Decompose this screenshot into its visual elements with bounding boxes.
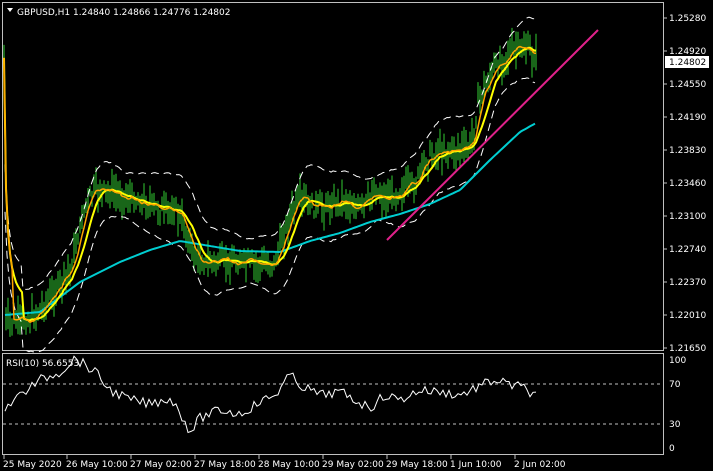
rsi-tick-label: 0: [669, 444, 675, 454]
price-tick-label: 1.24550: [669, 80, 706, 90]
rsi-tick-label: 30: [669, 420, 681, 430]
time-axis: 25 May 2020 26 May 10:00 27 May 02:00 27 Ma…: [3, 455, 566, 470]
rsi-tick-label: 100: [669, 356, 686, 366]
time-tick-label: 1 Jun 10:00: [450, 460, 502, 470]
price-tick-label: 1.23100: [669, 212, 706, 222]
time-tick-label: 27 May 18:00: [194, 460, 256, 470]
time-tick-label: 27 May 02:00: [130, 460, 192, 470]
rsi-axis: 100 70 30 0: [669, 356, 686, 454]
time-tick-label: 29 May 02:00: [322, 460, 384, 470]
trendline[interactable]: [386, 29, 599, 241]
time-tick-label: 26 May 10:00: [66, 460, 128, 470]
price-tick-label: 1.22370: [669, 278, 706, 288]
main-chart-frame: [2, 2, 664, 351]
trading-chart[interactable]: GBPUSD,H1 1.24840 1.24866 1.24776 1.2480…: [0, 0, 713, 471]
current-price-label: 1.24802: [669, 58, 706, 68]
price-tick-label: 1.24190: [669, 113, 706, 123]
price-tick-label: 1.22010: [669, 311, 706, 321]
collapse-triangle-icon[interactable]: [7, 8, 13, 12]
indicator-lines: [3, 16, 537, 353]
price-bars: [3, 27, 537, 337]
price-tick-label: 1.24920: [669, 47, 706, 57]
price-tick-label: 1.25280: [669, 14, 706, 24]
price-tick-label: 1.21650: [669, 344, 706, 354]
time-tick-label: 28 May 10:00: [258, 460, 320, 470]
price-tick-label: 1.22740: [669, 245, 706, 255]
rsi-frame: [2, 353, 664, 455]
time-tick-label: 2 Jun 02:00: [514, 460, 566, 470]
chart-header: GBPUSD,H1 1.24840 1.24866 1.24776 1.2480…: [17, 8, 230, 18]
time-tick-label: 25 May 2020: [3, 460, 62, 470]
time-tick-label: 29 May 18:00: [386, 460, 448, 470]
price-tick-label: 1.23830: [669, 146, 706, 156]
price-tick-label: 1.23460: [669, 179, 706, 189]
rsi-line: [4, 355, 537, 434]
rsi-tick-label: 70: [669, 380, 681, 390]
